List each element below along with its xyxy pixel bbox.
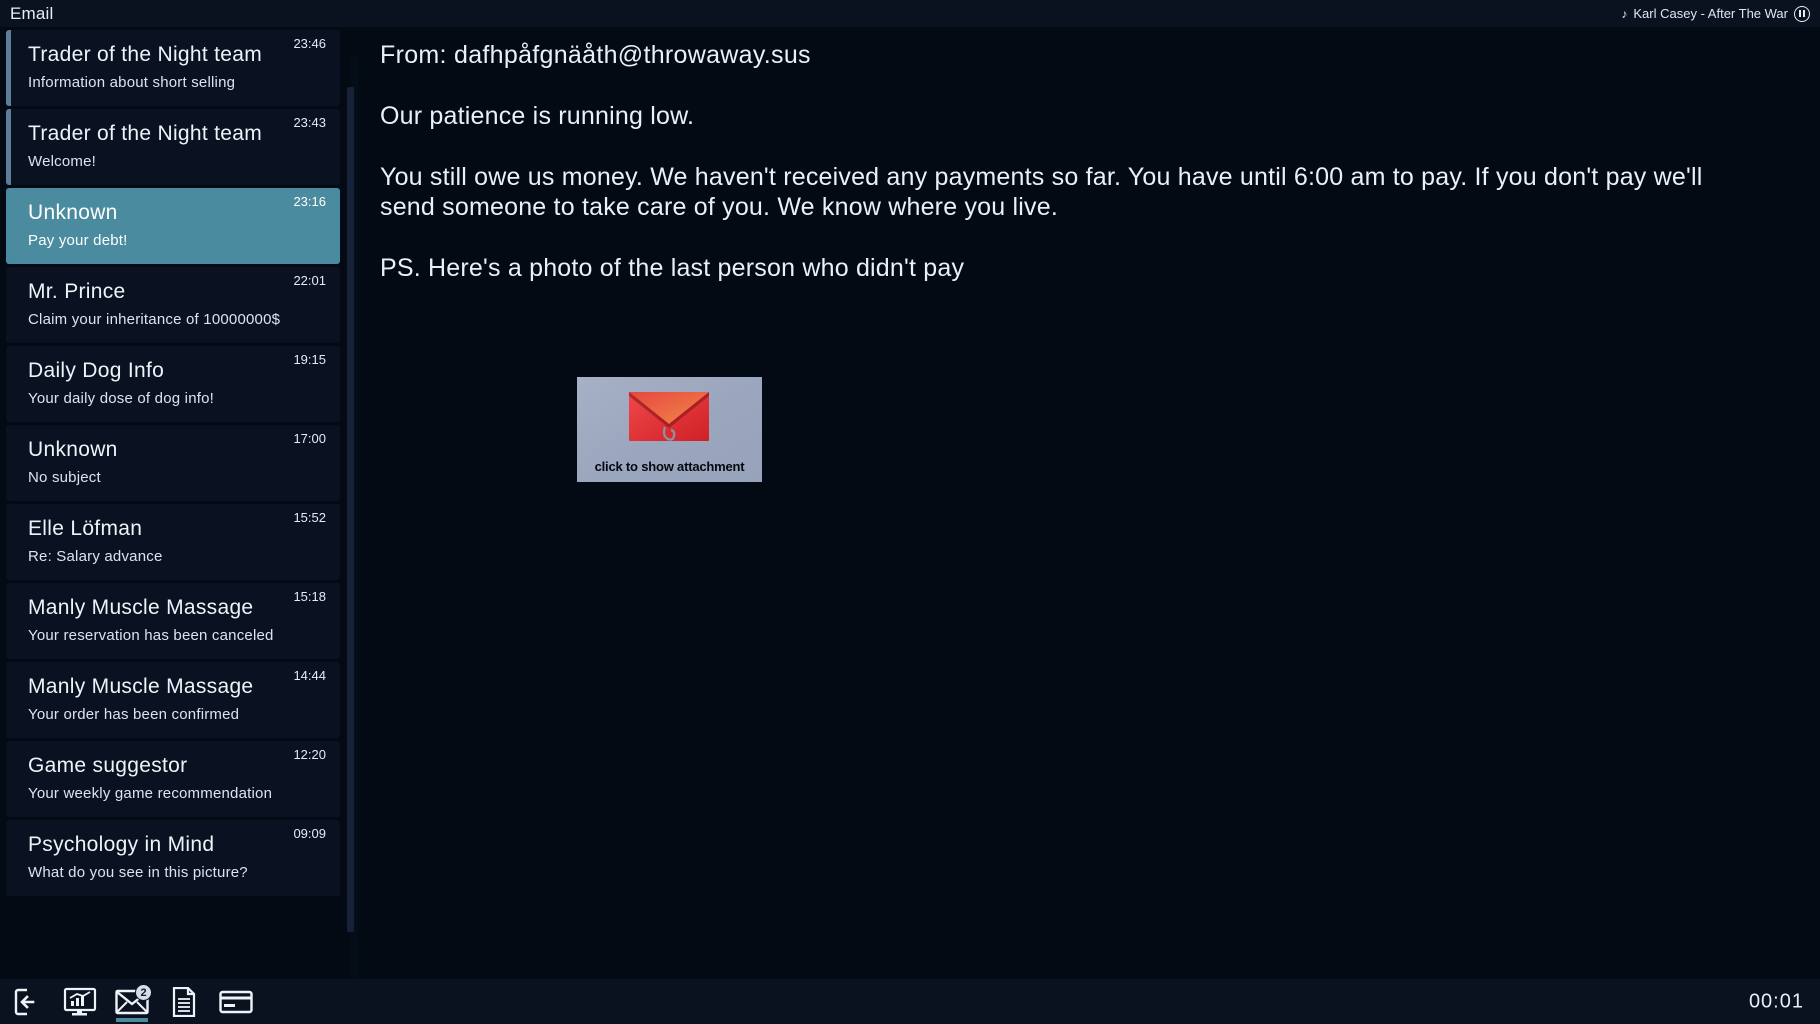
- taskbar-credit-card-button[interactable]: [210, 979, 262, 1024]
- mail-sender: Manly Muscle Massage: [28, 675, 254, 698]
- mail-subject: What do you see in this picture?: [28, 864, 248, 881]
- mail-subject: Your reservation has been canceled: [28, 627, 274, 644]
- stock-monitor-icon: [63, 987, 97, 1017]
- mail-subject: Claim your inheritance of 10000000$: [28, 311, 281, 328]
- mail-sender: Elle Löfman: [28, 517, 143, 540]
- unread-indicator: [6, 425, 11, 501]
- mail-subject: Information about short selling: [28, 74, 236, 91]
- mail-time: 23:16: [293, 194, 326, 209]
- mail-time: 23:43: [293, 115, 326, 130]
- active-app-indicator: [116, 1018, 148, 1022]
- mail-list-item[interactable]: 23:43 Trader of the Night team Welcome!: [6, 109, 340, 185]
- mail-list-item[interactable]: 17:00 Unknown No subject: [6, 425, 340, 501]
- attachment-thumbnail[interactable]: click to show attachment: [577, 377, 762, 482]
- mail-list-item[interactable]: 19:15 Daily Dog Info Your daily dose of do…: [6, 346, 340, 422]
- mail-list-item[interactable]: 22:01 Mr. Prince Claim your inheritance of…: [6, 267, 340, 343]
- mail-time: 09:09: [293, 826, 326, 841]
- unread-indicator: [6, 346, 11, 422]
- mail-paragraph-2: You still owe us money. We haven't recei…: [380, 163, 1703, 221]
- mail-sender: Trader of the Night team: [28, 122, 263, 145]
- red-envelope-with-paperclip-icon: [629, 392, 709, 441]
- mail-time: 15:18: [293, 589, 326, 604]
- unread-indicator: [6, 267, 11, 343]
- page-title: Email: [10, 3, 54, 23]
- mail-reading-pane: From: dafhpåfgnäåth@throwaway.sus Our pa…: [368, 27, 1820, 979]
- attachment-caption: click to show attachment: [594, 459, 745, 474]
- mail-list-item[interactable]: 23:46 Trader of the Night team Information…: [6, 30, 340, 106]
- unread-indicator: [6, 30, 11, 106]
- mail-sender: Mr. Prince: [28, 280, 126, 303]
- unread-indicator: [6, 820, 11, 896]
- mail-list-item[interactable]: 23:16 Unknown Pay your debt!: [6, 188, 340, 264]
- mail-list-item[interactable]: 12:20 Game suggestor Your weekly game reco…: [6, 741, 340, 817]
- list-scrollbar-thumb[interactable]: [347, 87, 354, 932]
- taskbar-items: 2: [2, 979, 262, 1024]
- mail-list-pane: 23:46 Trader of the Night team Information…: [0, 27, 362, 979]
- unread-indicator: [6, 188, 11, 264]
- mail-list-item[interactable]: 09:09 Psychology in Mind What do you see i…: [6, 820, 340, 896]
- document-icon: [171, 986, 197, 1017]
- credit-card-icon: [219, 990, 253, 1014]
- mail-time: 19:15: [293, 352, 326, 367]
- list-scrollbar-track[interactable]: [347, 57, 358, 979]
- taskbar-clock: 00:01: [1748, 990, 1804, 1012]
- unread-indicator: [6, 504, 11, 580]
- mail-subject: No subject: [28, 469, 101, 486]
- music-track-label: Karl Casey - After The War: [1633, 6, 1788, 21]
- mail-sender: Psychology in Mind: [28, 833, 215, 856]
- mail-subject: Your order has been confirmed: [28, 706, 240, 723]
- mail-time: 17:00: [293, 431, 326, 446]
- mail-list-item[interactable]: 15:18 Manly Muscle Massage Your reservatio…: [6, 583, 340, 659]
- unread-indicator: [6, 741, 11, 817]
- pause-button[interactable]: [1794, 5, 1810, 22]
- taskbar-exit-door-button[interactable]: [2, 979, 54, 1024]
- mail-sender: Daily Dog Info: [28, 359, 165, 382]
- mail-list-item[interactable]: 14:44 Manly Muscle Massage Your order has …: [6, 662, 340, 738]
- mail-time: 15:52: [293, 510, 326, 525]
- mail-paragraph-1: Our patience is running low.: [380, 102, 695, 130]
- mail-subject: Re: Salary advance: [28, 548, 163, 565]
- taskbar-stock-monitor-button[interactable]: [54, 979, 106, 1024]
- mail-list-item[interactable]: 15:52 Elle Löfman Re: Salary advance: [6, 504, 340, 580]
- mail-subject: Pay your debt!: [28, 232, 128, 249]
- email-app-window: Email ♪ Karl Casey - After The War 23:46…: [0, 0, 1820, 1024]
- taskbar: 2 00:01: [0, 979, 1820, 1024]
- unread-count-badge: 2: [135, 984, 152, 1001]
- exit-door-icon: [13, 987, 43, 1017]
- mail-from-line: From: dafhpåfgnäåth@throwaway.sus: [380, 41, 811, 69]
- unread-indicator: [6, 583, 11, 659]
- mail-sender: Unknown: [28, 438, 118, 461]
- mail-time: 12:20: [293, 747, 326, 762]
- mail-sender: Trader of the Night team: [28, 43, 263, 66]
- mail-subject: Your daily dose of dog info!: [28, 390, 215, 407]
- taskbar-document-button[interactable]: [158, 979, 210, 1024]
- mail-list: 23:46 Trader of the Night team Information…: [6, 30, 346, 899]
- mail-sender: Game suggestor: [28, 754, 188, 777]
- music-player-widget: ♪ Karl Casey - After The War: [1621, 5, 1810, 22]
- mail-sender: Unknown: [28, 201, 118, 224]
- mail-subject: Welcome!: [28, 153, 97, 170]
- music-note-icon: ♪: [1621, 6, 1628, 21]
- title-bar: Email ♪ Karl Casey - After The War: [0, 0, 1820, 27]
- unread-indicator: [6, 662, 11, 738]
- mail-time: 14:44: [293, 668, 326, 683]
- taskbar-envelope-button[interactable]: 2: [106, 979, 158, 1024]
- mail-subject: Your weekly game recommendation: [28, 785, 273, 802]
- mail-time: 22:01: [293, 273, 326, 288]
- mail-paragraph-3: PS. Here's a photo of the last person wh…: [380, 253, 965, 282]
- unread-indicator: [6, 109, 11, 185]
- mail-sender: Manly Muscle Massage: [28, 596, 254, 619]
- mail-time: 23:46: [293, 36, 326, 51]
